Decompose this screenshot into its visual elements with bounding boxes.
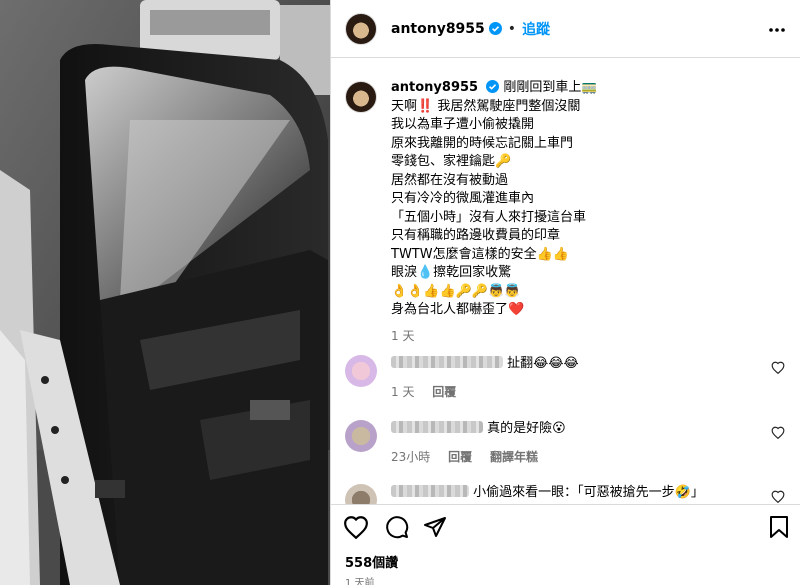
comment-text: 小偷過來看一眼：「可惡被搶先一步🤣」 [473, 485, 704, 500]
caption-title: 剛剛回到車上🚃 [503, 80, 598, 95]
post-header: antony8955 • 追蹤 [331, 0, 800, 58]
car-door-photo-graphic [0, 0, 330, 585]
comments-scroll-area[interactable]: antony8955 剛剛回到車上🚃 天啊‼️ 我居然駕駛座門整個沒關 我以為車… [331, 59, 800, 504]
comment-item: 真的是好險😮 23小時 回覆 翻譯年糕 [345, 420, 785, 465]
post-caption: antony8955 剛剛回到車上🚃 天啊‼️ 我居然駕駛座門整個沒關 我以為車… [345, 79, 785, 345]
caption-line: TWTW怎麼會這樣的安全👍👍 [391, 246, 569, 262]
caption-line: 身為台北人都嚇歪了❤️ [391, 302, 525, 317]
heart-icon[interactable] [343, 515, 369, 539]
commenter-avatar[interactable] [345, 420, 377, 452]
caption-line: 零錢包、家裡鑰匙🔑 [391, 154, 512, 169]
comment-timestamp: 1 天 [391, 385, 415, 399]
caption-body: antony8955 剛剛回到車上🚃 天啊‼️ 我居然駕駛座門整個沒關 我以為車… [391, 79, 598, 345]
follow-button[interactable]: 追蹤 [522, 19, 550, 39]
comment-body: 真的是好險😮 23小時 回覆 翻譯年糕 [391, 420, 566, 465]
caption-line: 眼淚💧擦乾回家收驚 [391, 265, 512, 280]
caption-line: 我以為車子遭小偷被撬開 [391, 117, 535, 132]
caption-timestamp: 1 天 [391, 328, 415, 343]
caption-username[interactable]: antony8955 [391, 80, 478, 95]
reply-button[interactable]: 回覆 [432, 385, 456, 399]
blurred-username[interactable] [391, 421, 483, 433]
author-username[interactable]: antony8955 [391, 21, 485, 37]
blurred-username[interactable] [391, 485, 469, 497]
verified-badge-icon [488, 22, 502, 35]
bookmark-icon[interactable] [769, 515, 789, 539]
caption-avatar[interactable] [345, 81, 377, 113]
comment-body: 扯翻😂😂😂 1 天 回覆 [391, 355, 579, 400]
like-comment-heart-icon[interactable] [771, 490, 785, 503]
caption-line: 原來我離開的時候忘記關上車門 [391, 135, 574, 151]
translate-button[interactable]: 翻譯年糕 [490, 450, 538, 464]
reply-button[interactable]: 回覆 [448, 450, 472, 464]
post-photo[interactable] [0, 0, 330, 585]
like-comment-heart-icon[interactable] [771, 426, 785, 439]
comment-timestamp: 23小時 [391, 450, 431, 464]
verified-badge-icon [486, 80, 500, 93]
more-options-icon[interactable] [767, 22, 787, 38]
comment-item: 小偷過來看一眼：「可惡被搶先一步🤣」 [345, 484, 785, 504]
comment-text: 真的是好險😮 [487, 421, 566, 436]
blurred-username[interactable] [391, 356, 503, 368]
post-detail-panel: antony8955 • 追蹤 antony8955 剛剛回到車上🚃 天啊‼️ … [330, 0, 800, 585]
author-avatar[interactable] [345, 12, 377, 45]
comment-body: 小偷過來看一眼：「可惡被搶先一步🤣」 [391, 484, 704, 504]
like-comment-heart-icon[interactable] [771, 361, 785, 374]
caption-line: 只有稱職的路邊收費員的印章 [391, 228, 561, 243]
commenter-avatar[interactable] [345, 355, 377, 387]
caption-line: 👌👌👍👍🔑🔑👼👼 [391, 283, 521, 299]
post-action-bar [331, 504, 800, 550]
commenter-avatar[interactable] [345, 484, 377, 504]
separator-dot: • [507, 20, 517, 37]
share-icon[interactable] [423, 515, 447, 539]
caption-line: 天啊‼️ 我居然駕駛座門整個沒關 [391, 98, 581, 114]
caption-line: 只有冷冷的微風灌進車內 [391, 191, 535, 206]
post-timestamp[interactable]: 1 天前 [345, 574, 375, 585]
like-count[interactable]: 558個讚 [345, 552, 398, 571]
comment-item: 扯翻😂😂😂 1 天 回覆 [345, 355, 785, 400]
comment-text: 扯翻😂😂😂 [507, 356, 579, 371]
caption-line: 居然都在沒有被動過 [391, 172, 509, 188]
caption-line: 「五個小時」沒有人來打擾這台車 [391, 209, 587, 225]
comment-icon[interactable] [385, 515, 409, 539]
